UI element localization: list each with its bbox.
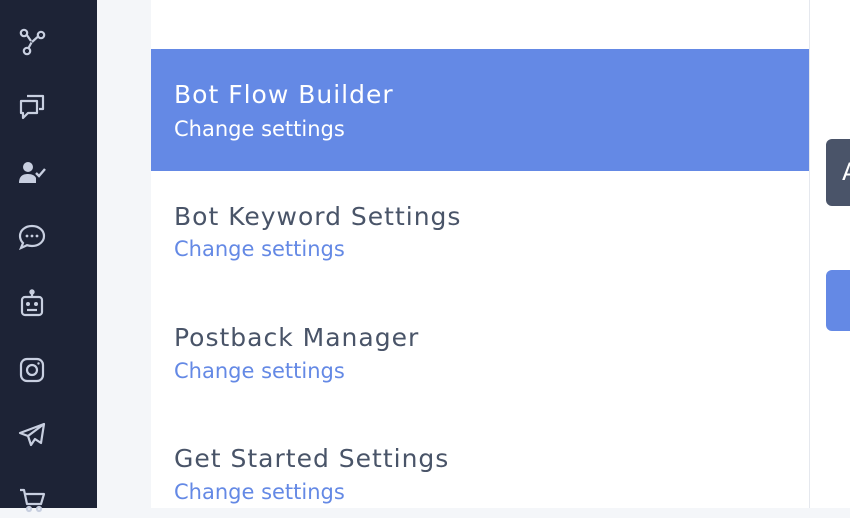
menu-item-bot-flow-builder[interactable]: Bot Flow Builder Change settings: [151, 49, 809, 171]
menu-item-subtitle-link[interactable]: Change settings: [174, 237, 345, 261]
cart-icon[interactable]: [14, 482, 50, 518]
blue-action-button[interactable]: [826, 270, 850, 331]
menu-item-subtitle-link[interactable]: Change settings: [174, 117, 345, 141]
robot-icon[interactable]: [14, 286, 50, 322]
menu-item-subtitle-link[interactable]: Change settings: [174, 480, 345, 504]
instagram-icon[interactable]: [14, 352, 50, 388]
settings-menu-panel: Bot Flow Builder Change settings Bot Key…: [151, 0, 810, 508]
menu-item-title: Postback Manager: [174, 323, 420, 352]
user-check-icon[interactable]: [14, 155, 50, 191]
content-gutter: [97, 0, 151, 508]
right-content-area: [810, 0, 850, 508]
sidebar: [0, 0, 97, 513]
chat-bubbles-icon[interactable]: [14, 89, 50, 125]
menu-item-postback-manager[interactable]: Postback Manager Change settings: [151, 292, 809, 413]
comment-dots-icon[interactable]: [14, 219, 50, 255]
menu-item-get-started-settings[interactable]: Get Started Settings Change settings: [151, 413, 809, 508]
flow-icon[interactable]: [14, 24, 50, 60]
menu-item-subtitle-link[interactable]: Change settings: [174, 359, 345, 383]
menu-item-bot-keyword-settings[interactable]: Bot Keyword Settings Change settings: [151, 171, 809, 292]
menu-item-title: Get Started Settings: [174, 444, 450, 473]
menu-item-title: Bot Keyword Settings: [174, 202, 462, 231]
menu-item-title: Bot Flow Builder: [174, 80, 394, 109]
telegram-icon[interactable]: [14, 417, 50, 453]
dark-action-button[interactable]: A: [826, 139, 850, 206]
